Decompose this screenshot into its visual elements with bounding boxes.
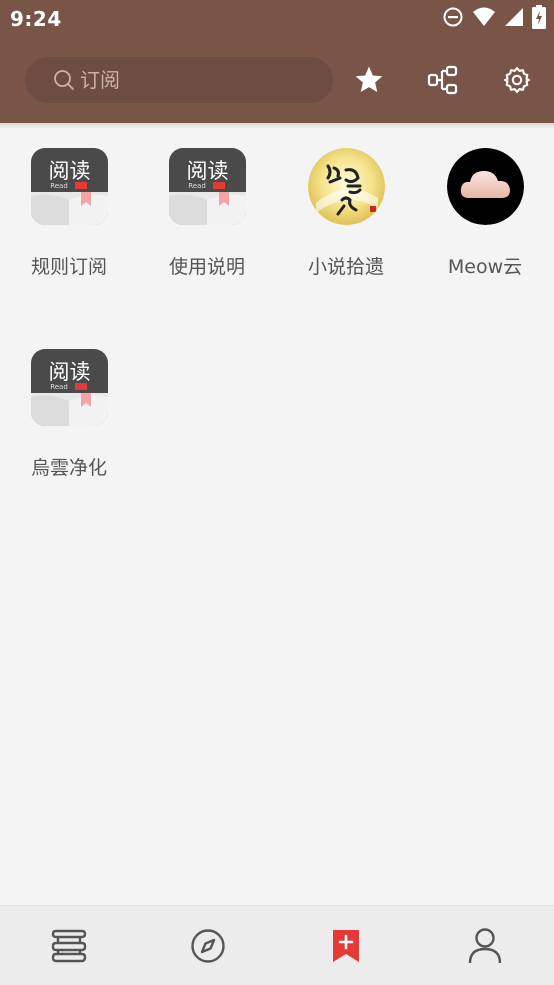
- nav-profile[interactable]: [416, 906, 554, 985]
- battery-charging-icon: [532, 5, 546, 33]
- wifi-icon: [472, 7, 496, 31]
- signal-icon: [504, 7, 524, 31]
- app-header: 9:24: [0, 0, 554, 123]
- storyteller-logo-icon: [308, 148, 385, 225]
- app-read-logo-icon: 阅读 Read: [31, 148, 108, 225]
- gear-icon: [504, 67, 530, 93]
- svg-text:阅读: 阅读: [49, 360, 91, 384]
- search-box[interactable]: [25, 57, 333, 103]
- group-icon: [427, 65, 458, 95]
- source-label: 小说拾遗: [307, 256, 384, 278]
- svg-text:阅读: 阅读: [187, 159, 229, 183]
- search-icon: [54, 70, 74, 90]
- status-bar: 9:24: [0, 0, 554, 38]
- settings-button[interactable]: [497, 60, 537, 100]
- profile-person-icon: [468, 928, 502, 964]
- bottom-nav: [0, 905, 554, 985]
- app-read-logo-icon: 阅读 Read: [31, 349, 108, 426]
- source-label: 规则订阅: [30, 256, 107, 278]
- source-label: 使用说明: [168, 256, 245, 278]
- source-item[interactable]: 阅读 Read 使用说明: [138, 148, 276, 308]
- status-time: 9:24: [10, 7, 62, 31]
- subscription-bookmark-icon: [333, 930, 359, 962]
- source-item[interactable]: Meow云: [416, 148, 554, 308]
- star-icon: [355, 66, 383, 92]
- search-input[interactable]: [80, 68, 310, 92]
- nav-discover[interactable]: [139, 906, 277, 985]
- source-label: Meow云: [447, 256, 523, 278]
- header-shadow: [0, 123, 554, 129]
- bookshelf-icon: [51, 929, 87, 963]
- svg-text:Read: Read: [50, 182, 68, 190]
- nav-bookshelf[interactable]: [0, 906, 138, 985]
- svg-text:Read: Read: [188, 182, 206, 190]
- status-icons: [442, 5, 546, 33]
- svg-text:Read: Read: [50, 383, 68, 391]
- do-not-disturb-icon: [442, 6, 464, 32]
- svg-text:阅读: 阅读: [49, 159, 91, 183]
- group-button[interactable]: [423, 60, 463, 100]
- source-item[interactable]: 小说拾遗: [277, 148, 415, 308]
- app-read-logo-icon: 阅读 Read: [169, 148, 246, 225]
- nav-subscription[interactable]: [277, 906, 415, 985]
- source-label: 烏雲净化: [30, 457, 107, 479]
- cloud-logo-icon: [447, 148, 524, 225]
- source-item[interactable]: 阅读 Read 烏雲净化: [0, 349, 138, 509]
- discover-compass-icon: [191, 929, 225, 963]
- favorites-button[interactable]: [349, 60, 389, 100]
- source-item[interactable]: 阅读 Read 规则订阅: [0, 148, 138, 308]
